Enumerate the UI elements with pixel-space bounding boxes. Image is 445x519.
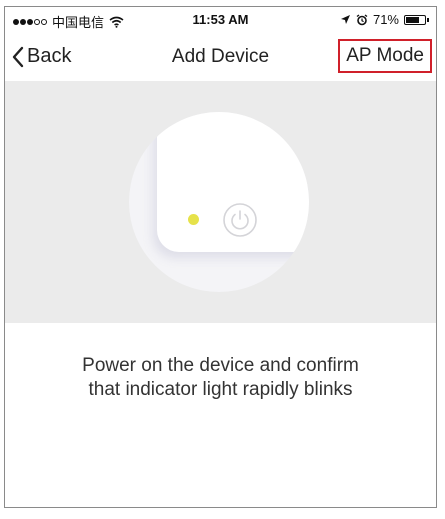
instruction-line-1: Power on the device and confirm (82, 355, 359, 376)
battery-percent: 71% (372, 12, 399, 27)
battery-icon (404, 14, 429, 25)
chevron-left-icon (12, 46, 24, 67)
ap-mode-button[interactable]: AP Mode (338, 39, 432, 73)
app-screen: 中国电信 11:53 AM 71% Back Add Device AP Mod… (4, 6, 437, 508)
status-bar: 中国电信 11:53 AM 71% (5, 7, 436, 33)
power-icon (223, 203, 257, 237)
instruction-text: Power on the device and confirm that ind… (5, 354, 436, 402)
device-illustration-area (5, 81, 436, 323)
back-button[interactable]: Back (11, 45, 71, 68)
ap-mode-label: AP Mode (346, 45, 424, 66)
location-icon (340, 15, 350, 24)
device-illustration (129, 112, 309, 292)
nav-bar: Back Add Device AP Mode (5, 33, 436, 81)
alarm-icon (356, 13, 368, 25)
battery-fill (406, 16, 419, 23)
indicator-light (188, 214, 199, 225)
status-right: 71% (340, 12, 429, 27)
back-label: Back (27, 45, 72, 67)
instruction-line-2: that indicator light rapidly blinks (88, 379, 353, 400)
